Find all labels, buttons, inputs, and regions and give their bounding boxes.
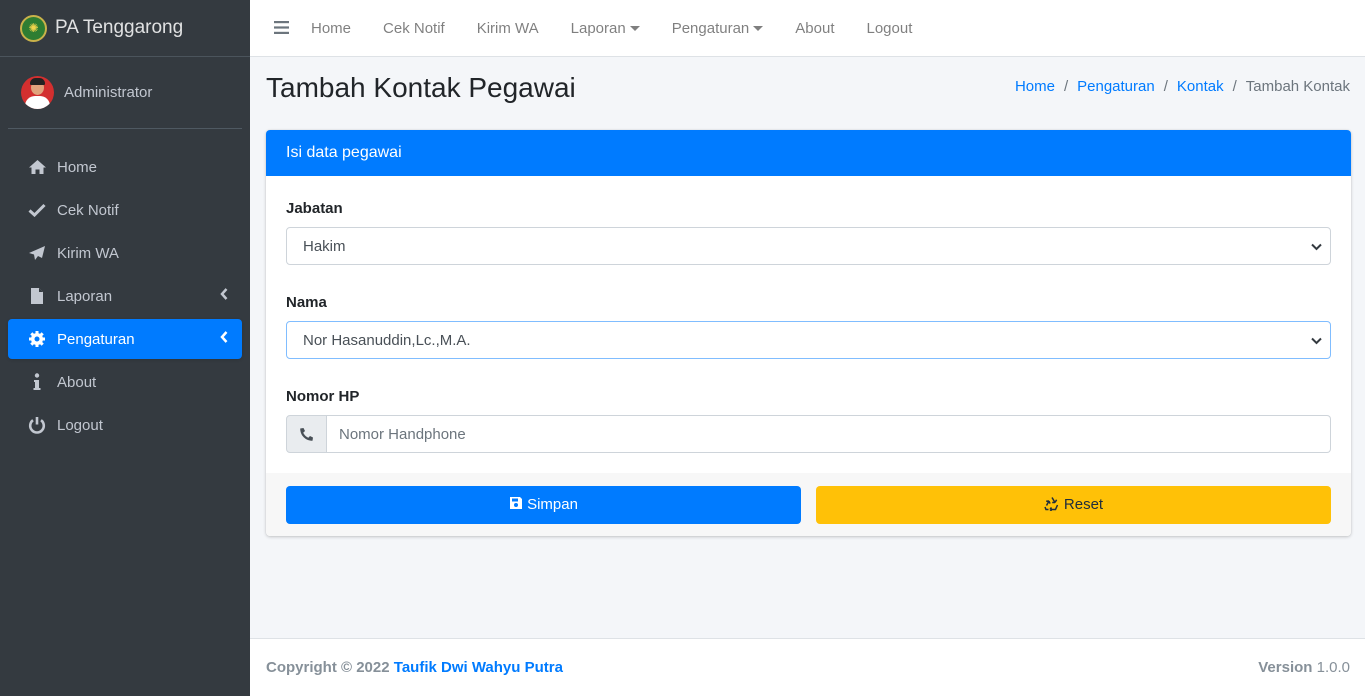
sidebar-item-label: Cek Notif [57, 201, 119, 219]
nomor-hp-input[interactable] [327, 415, 1331, 453]
page-title: Tambah Kontak Pegawai [266, 72, 576, 103]
form-card: Isi data pegawai Jabatan Hakim Nama Nor … [266, 130, 1351, 536]
save-button[interactable]: Simpan [286, 485, 801, 524]
gear-icon [27, 330, 47, 348]
sidebar-item-kirim-wa[interactable]: Kirim WA [8, 233, 242, 273]
sidebar-item-home[interactable]: Home [8, 147, 242, 187]
floppy-disk-icon [509, 496, 523, 513]
reset-button-label: Reset [1063, 496, 1104, 513]
file-icon [27, 287, 47, 305]
topnav-home[interactable]: Home [311, 20, 351, 37]
sidebar-item-laporan[interactable]: Laporan [8, 276, 242, 316]
topnav-laporan-label: Laporan [570, 19, 626, 37]
breadcrumb-separator: / [1163, 78, 1168, 95]
top-navbar: Home Cek Notif Kirim WA Laporan Pengatur… [250, 0, 1365, 57]
page-footer: Copyright © 2022 Taufik Dwi Wahyu Putra … [250, 638, 1365, 696]
topnav-kirim-wa[interactable]: Kirim WA [477, 20, 539, 37]
caret-down-icon [629, 25, 640, 31]
check-icon [27, 203, 47, 217]
nama-select[interactable]: Nor Hasanuddin,Lc.,M.A. [286, 321, 1331, 359]
author-link[interactable]: Taufik Dwi Wahyu Putra [394, 659, 563, 676]
breadcrumb-separator: / [1232, 78, 1237, 95]
breadcrumb-current: Tambah Kontak [1245, 78, 1350, 95]
nomor-hp-group [286, 415, 1331, 453]
brand-link[interactable]: ✺ PA Tenggarong [0, 0, 250, 57]
nama-label: Nama [286, 294, 327, 311]
breadcrumb-pengaturan[interactable]: Pengaturan [1077, 78, 1155, 95]
sidebar-nav: Home Cek Notif Kirim WA Laporan Pengatur… [0, 129, 250, 445]
topnav-laporan-dropdown[interactable]: Laporan [571, 20, 640, 37]
version-label: Version [1258, 659, 1313, 676]
jabatan-selected-value: Hakim [303, 237, 346, 255]
hamburger-menu-icon[interactable] [274, 18, 289, 39]
recycle-icon [1044, 496, 1060, 514]
jabatan-select[interactable]: Hakim [286, 227, 1331, 265]
nomor-hp-label: Nomor HP [286, 388, 360, 405]
brand-name: PA Tenggarong [55, 17, 184, 38]
sidebar-item-label: Pengaturan [57, 330, 135, 348]
card-body: Jabatan Hakim Nama Nor Hasanuddin,Lc.,M.… [266, 176, 1351, 473]
save-button-label: Simpan [527, 496, 578, 513]
jabatan-label: Jabatan [286, 200, 343, 217]
copyright: Copyright © 2022 Taufik Dwi Wahyu Putra [266, 659, 563, 676]
phone-icon [286, 415, 327, 453]
court-emblem-icon: ✺ [20, 14, 47, 42]
nama-selected-value: Nor Hasanuddin,Lc.,M.A. [303, 331, 471, 349]
paper-plane-icon [27, 245, 47, 261]
reset-button[interactable]: Reset [816, 485, 1331, 524]
avatar[interactable] [21, 76, 54, 109]
breadcrumb-home[interactable]: Home [1015, 78, 1055, 95]
card-header: Isi data pegawai [266, 130, 1351, 176]
topnav-logout[interactable]: Logout [866, 20, 912, 37]
version: Version 1.0.0 [1258, 659, 1350, 676]
sidebar-item-label: Laporan [57, 287, 113, 305]
version-number: 1.0.0 [1316, 659, 1350, 676]
sidebar-item-cek-notif[interactable]: Cek Notif [8, 190, 242, 230]
sidebar-item-label: Home [57, 158, 98, 176]
sidebar-item-pengaturan[interactable]: Pengaturan [8, 319, 242, 359]
sidebar-item-label: Kirim WA [57, 244, 119, 262]
chevron-left-icon [220, 331, 228, 346]
topnav-about[interactable]: About [795, 20, 834, 37]
sidebar-item-label: Logout [57, 416, 103, 434]
topnav-cek-notif[interactable]: Cek Notif [383, 20, 445, 37]
info-icon [27, 373, 47, 391]
sidebar-item-logout[interactable]: Logout [8, 405, 242, 445]
sidebar-item-about[interactable]: About [8, 362, 242, 402]
topnav-pengaturan-dropdown[interactable]: Pengaturan [672, 20, 764, 37]
copyright-text: Copyright © 2022 [266, 659, 390, 676]
power-icon [27, 416, 47, 434]
chevron-left-icon [220, 288, 228, 303]
user-name[interactable]: Administrator [64, 84, 152, 101]
sidebar: ✺ PA Tenggarong Administrator Home Cek N… [0, 0, 250, 696]
breadcrumb-kontak[interactable]: Kontak [1177, 78, 1224, 95]
topnav-pengaturan-label: Pengaturan [671, 19, 750, 37]
breadcrumb-separator: / [1063, 78, 1069, 95]
breadcrumb: Home / Pengaturan / Kontak / Tambah Kont… [1015, 78, 1350, 95]
chevron-down-icon [1311, 239, 1322, 254]
chevron-down-icon [1311, 333, 1322, 348]
caret-down-icon [753, 25, 764, 31]
user-panel: Administrator [8, 57, 242, 129]
card-footer: Simpan Reset [266, 473, 1351, 536]
home-icon [27, 159, 47, 175]
sidebar-item-label: About [57, 373, 97, 391]
